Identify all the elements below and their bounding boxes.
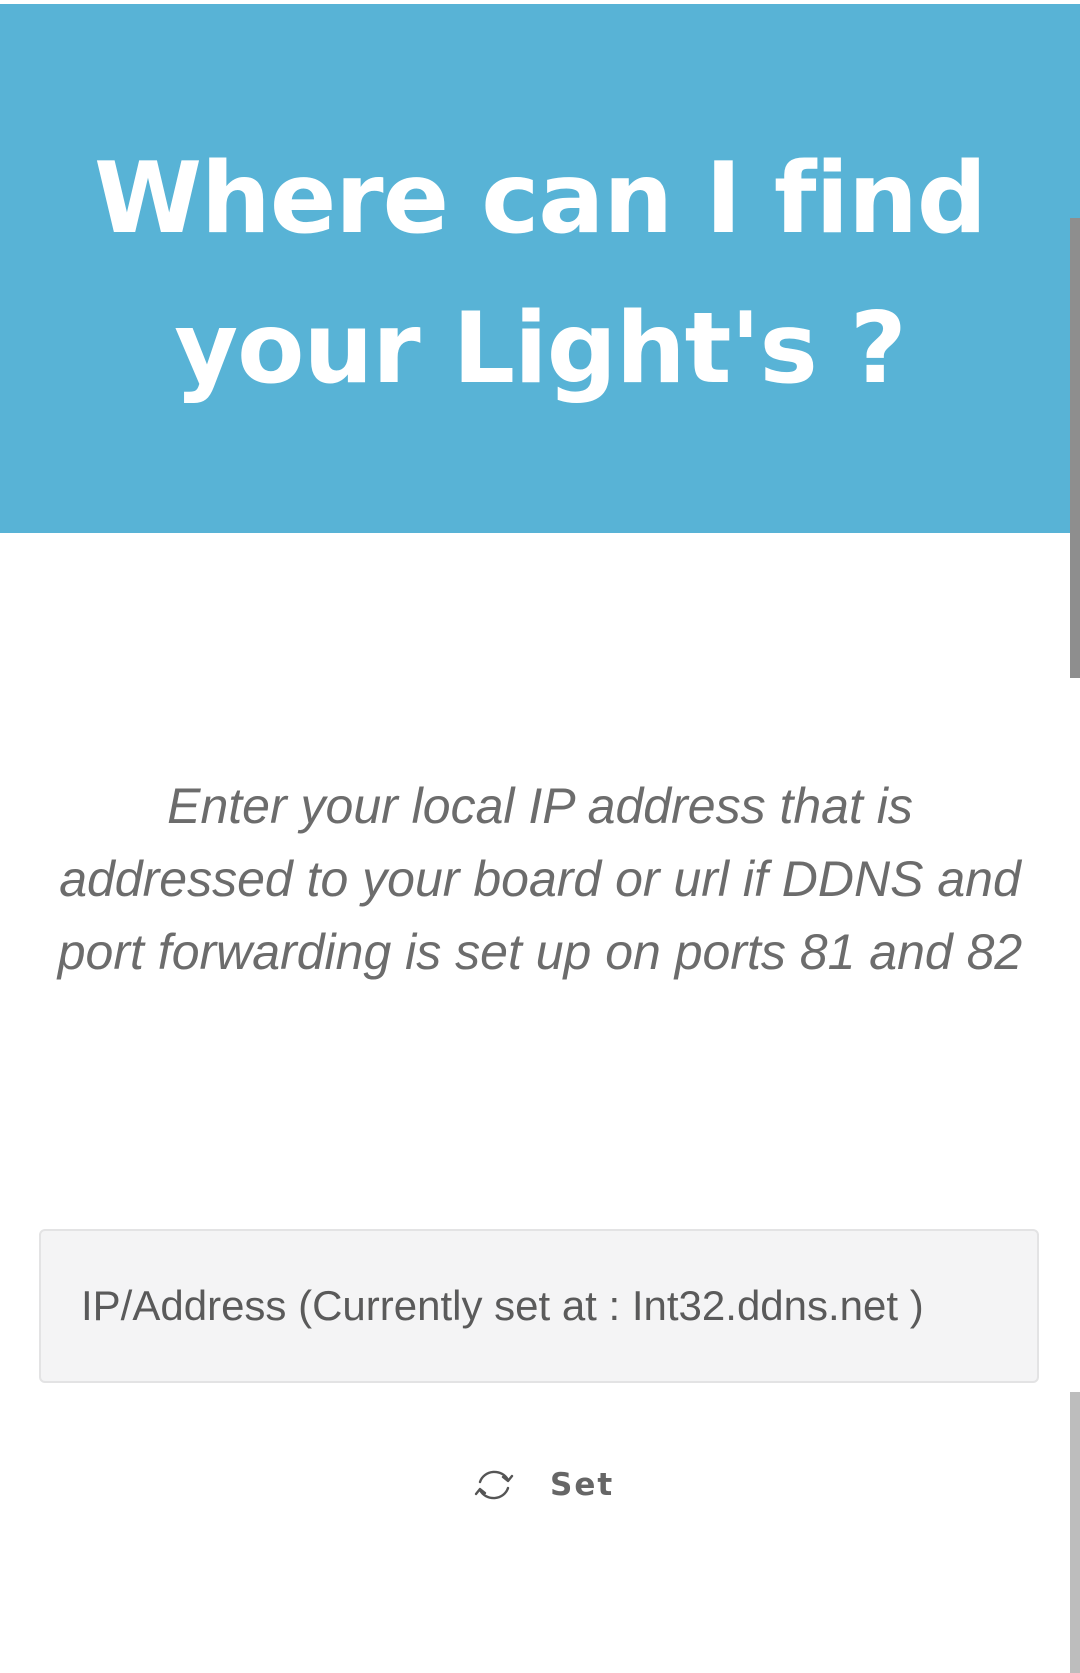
- sync-icon: [470, 1461, 518, 1509]
- scrollbar-lower[interactable]: [1070, 1392, 1080, 1673]
- ip-address-input[interactable]: [39, 1229, 1039, 1383]
- set-button[interactable]: Set: [460, 1455, 624, 1515]
- hero-banner: Where can I find your Light's ?: [0, 4, 1080, 533]
- instructions-text: Enter your local IP address that is addr…: [57, 778, 1023, 980]
- page: Where can I find your Light's ? Enter yo…: [0, 0, 1080, 1673]
- page-title: Where can I find your Light's ?: [93, 141, 987, 406]
- set-button-label: Set: [550, 1467, 615, 1503]
- scrollbar[interactable]: [1070, 218, 1080, 678]
